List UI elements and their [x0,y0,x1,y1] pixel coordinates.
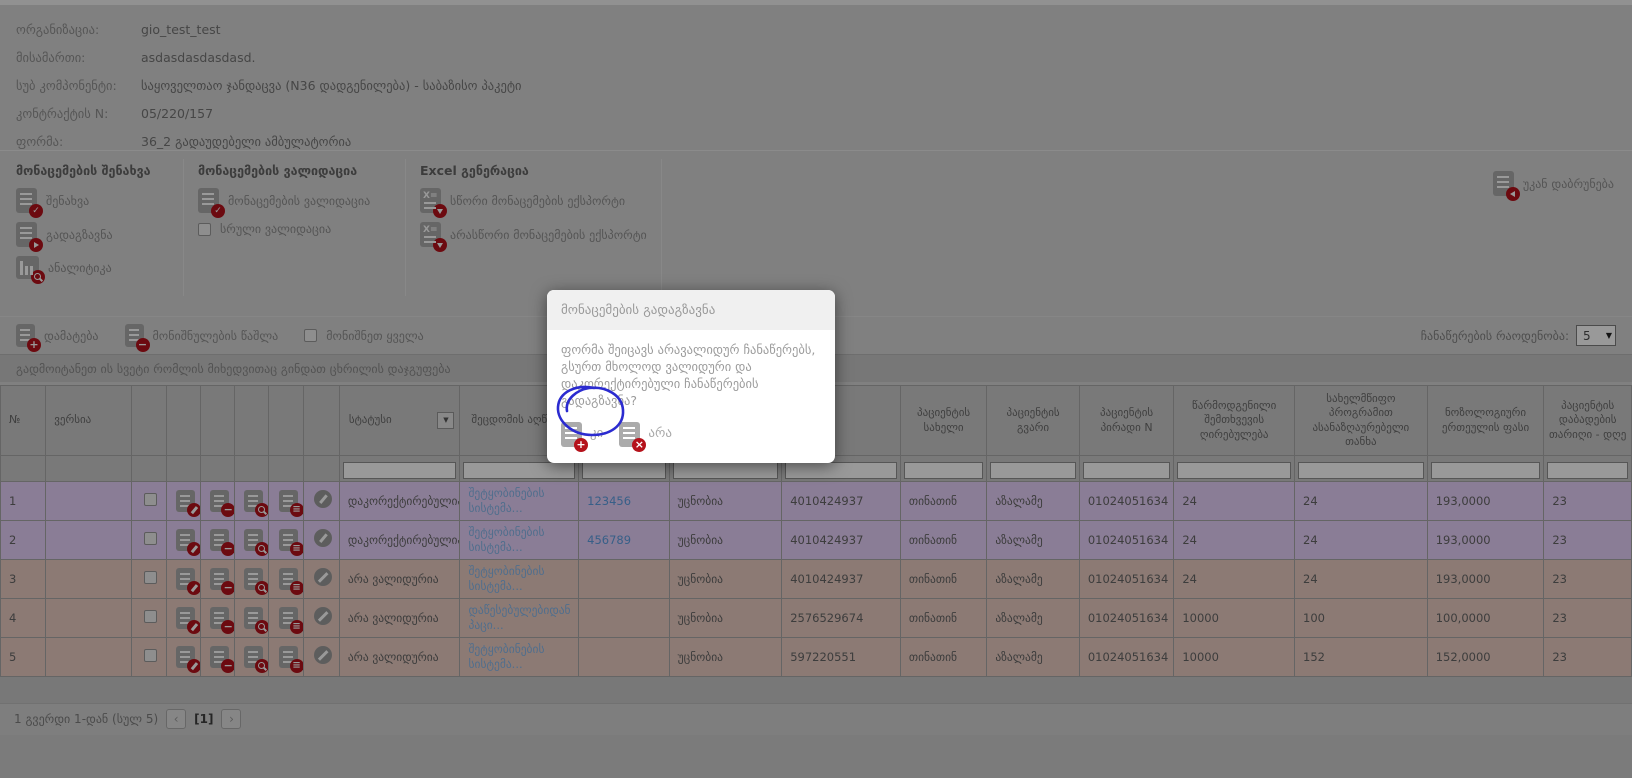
dialog-title: მონაცემების გადაგზავნა [547,290,835,330]
dialog-message-line3: დაკორექტირებული ჩანაწერების გადაგზავნა? [561,376,821,410]
no-label: არა [648,425,672,443]
send-confirmation-dialog: მონაცემების გადაგზავნა ფორმა შეიცავს არა… [547,290,835,463]
yes-button[interactable]: კი [561,422,603,447]
plus-badge-icon [574,438,588,452]
yes-label: კი [590,425,603,443]
no-doc-icon [619,422,640,447]
yes-doc-icon [561,422,582,447]
x-badge-icon [632,438,646,452]
no-button[interactable]: არა [619,422,672,447]
dialog-message-line1: ფორმა შეიცავს არავალიდურ ჩანაწერებს, [561,342,821,359]
dialog-message-line2: გსურთ მხოლოდ ვალიდური და [561,359,821,376]
